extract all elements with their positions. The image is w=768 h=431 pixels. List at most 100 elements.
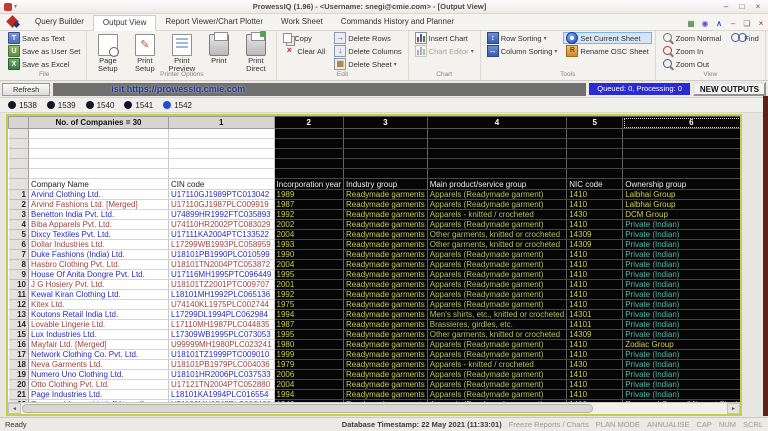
cell-ownership-group[interactable]: Private (Indian) bbox=[623, 280, 740, 290]
cell-incorporation-year[interactable]: 1987 bbox=[274, 320, 343, 330]
cell-main-product[interactable]: Apparels (Readymade garment) bbox=[427, 220, 566, 230]
btn-delete-rows[interactable]: Delete Rows bbox=[331, 32, 404, 44]
cell-incorporation-year[interactable]: 1987 bbox=[274, 200, 343, 210]
cell-nic-code[interactable]: 1410 bbox=[567, 380, 623, 390]
cell-incorporation-year[interactable]: 1995 bbox=[274, 270, 343, 280]
cell-industry-group[interactable]: Readymade garments bbox=[344, 370, 428, 380]
row-number[interactable]: 12 bbox=[9, 300, 29, 310]
field-header-industry-group[interactable]: Industry group bbox=[344, 179, 428, 190]
cell-main-product[interactable]: Men's shirts, etc., knitted or crocheted bbox=[427, 310, 566, 320]
cell-main-product[interactable]: Apparels (Readymade garment) bbox=[427, 380, 566, 390]
cell-company-name[interactable]: Lovable Lingerie Ltd. bbox=[29, 320, 169, 330]
row-number[interactable]: 20 bbox=[9, 380, 29, 390]
btn-zoom-out[interactable]: Zoom Out bbox=[659, 58, 724, 70]
cell-industry-group[interactable]: Readymade garments bbox=[344, 240, 428, 250]
cell-ownership-group[interactable]: Private (Indian) bbox=[623, 300, 740, 310]
row-number[interactable]: 9 bbox=[9, 270, 29, 280]
cell-incorporation-year[interactable]: 1992 bbox=[274, 210, 343, 220]
cell-main-product[interactable]: Apparels - knitted / crocheted bbox=[427, 360, 566, 370]
cell-incorporation-year[interactable]: 2004 bbox=[274, 380, 343, 390]
btn-clear-all[interactable]: Clear All bbox=[280, 45, 328, 57]
cell-cin-code[interactable]: L17110MH1987PLC044835 bbox=[169, 320, 275, 330]
btn-zoom-in[interactable]: Zoom In bbox=[659, 45, 724, 57]
cell-company-name[interactable]: Numero Uno Clothing Ltd. bbox=[29, 370, 169, 380]
cell-industry-group[interactable]: Readymade garments bbox=[344, 350, 428, 360]
cell-company-name[interactable]: Dixcy Textiles Pvt. Ltd. bbox=[29, 230, 169, 240]
cell-cin-code[interactable]: L17309WB1995PLC073053 bbox=[169, 330, 275, 340]
cell-cin-code[interactable]: L18101MH1992PLC065136 bbox=[169, 290, 275, 300]
cell-nic-code[interactable]: 14101 bbox=[567, 320, 623, 330]
tab-work-sheet[interactable]: Work Sheet bbox=[272, 15, 332, 30]
cell-nic-code[interactable]: 1410 bbox=[567, 200, 623, 210]
field-header-incorporation-year[interactable]: Incorporation year bbox=[274, 179, 343, 190]
cell-main-product[interactable]: Apparels (Readymade garment) bbox=[427, 290, 566, 300]
btn-print-direct[interactable]: Print Direct bbox=[238, 32, 273, 70]
btn-save-as-user-set[interactable]: Save as User Set bbox=[5, 45, 83, 57]
btn-row-sorting[interactable]: Row Sorting bbox=[484, 32, 561, 44]
cell-company-name[interactable]: Arvind Fashions Ltd. [Merged] bbox=[29, 200, 169, 210]
tab-report-viewer-chart-plotter[interactable]: Report Viewer/Chart Plotter bbox=[156, 15, 272, 30]
cell-incorporation-year[interactable]: 2004 bbox=[274, 230, 343, 240]
tab-commands-history-and-planner[interactable]: Commands History and Planner bbox=[332, 15, 463, 30]
cell-incorporation-year[interactable]: 1993 bbox=[274, 240, 343, 250]
cell-industry-group[interactable]: Readymade garments bbox=[344, 260, 428, 270]
cell-industry-group[interactable]: Readymade garments bbox=[344, 380, 428, 390]
cell-ownership-group[interactable]: Lalbhai Group bbox=[623, 200, 740, 210]
cell-ownership-group[interactable]: Private (Indian) bbox=[623, 260, 740, 270]
cell-incorporation-year[interactable]: 1992 bbox=[274, 290, 343, 300]
child-minimize-button[interactable]: – bbox=[728, 19, 738, 28]
column-header-3[interactable]: 3 bbox=[344, 117, 428, 129]
cell-ownership-group[interactable]: Private (Indian) bbox=[623, 240, 740, 250]
cell-industry-group[interactable]: Readymade garments bbox=[344, 360, 428, 370]
cell-industry-group[interactable]: Readymade garments bbox=[344, 200, 428, 210]
row-number[interactable]: 14 bbox=[9, 320, 29, 330]
cell-company-name[interactable]: Benetton India Pvt. Ltd. bbox=[29, 210, 169, 220]
row-number[interactable]: 15 bbox=[9, 330, 29, 340]
cell-industry-group[interactable]: Readymade garments bbox=[344, 250, 428, 260]
btn-chart-editor[interactable]: Chart Editor bbox=[412, 45, 477, 57]
horizontal-scroll-thumb[interactable] bbox=[22, 404, 593, 413]
tab-query-builder[interactable]: Query Builder bbox=[26, 15, 93, 30]
cell-ownership-group[interactable]: Private (Indian) bbox=[623, 330, 740, 340]
cell-industry-group[interactable]: Readymade garments bbox=[344, 210, 428, 220]
cell-incorporation-year[interactable]: 1979 bbox=[274, 360, 343, 370]
scroll-left-icon[interactable]: ◄ bbox=[8, 403, 21, 414]
cell-ownership-group[interactable]: Private (Indian) bbox=[623, 290, 740, 300]
btn-save-as-excel[interactable]: Save as Excel bbox=[5, 58, 83, 70]
cell-industry-group[interactable]: Readymade garments bbox=[344, 230, 428, 240]
cell-ownership-group[interactable]: Private (Indian) bbox=[623, 230, 740, 240]
field-header-cin-code[interactable]: CIN code bbox=[169, 179, 275, 190]
sheet-tab-1541[interactable]: 1541 bbox=[124, 101, 153, 110]
cell-main-product[interactable]: Apparels (Readymade garment) bbox=[427, 300, 566, 310]
row-number[interactable]: 13 bbox=[9, 310, 29, 320]
cell-cin-code[interactable]: U17110GJ1987PLC009919 bbox=[169, 200, 275, 210]
cell-nic-code[interactable]: 1410 bbox=[567, 340, 623, 350]
cell-main-product[interactable]: Apparels (Readymade garment) bbox=[427, 340, 566, 350]
field-header-nic-code[interactable]: NIC code bbox=[567, 179, 623, 190]
corner-cell[interactable] bbox=[9, 117, 29, 129]
cell-cin-code[interactable]: U18101TZ2001PTC009707 bbox=[169, 280, 275, 290]
cell-company-name[interactable]: Duke Fashions (India) Ltd. bbox=[29, 250, 169, 260]
cell-main-product[interactable]: Apparels (Readymade garment) bbox=[427, 250, 566, 260]
cell-ownership-group[interactable]: Private (Indian) bbox=[623, 380, 740, 390]
btn-delete-columns[interactable]: Delete Columns bbox=[331, 45, 404, 57]
cell-nic-code[interactable]: 14301 bbox=[567, 310, 623, 320]
cell-cin-code[interactable]: L17299DL1994PLC062984 bbox=[169, 310, 275, 320]
cell-incorporation-year[interactable]: 2001 bbox=[274, 280, 343, 290]
cell-industry-group[interactable]: Readymade garments bbox=[344, 300, 428, 310]
cell-nic-code[interactable]: 1410 bbox=[567, 350, 623, 360]
cell-company-name[interactable]: Lux Industries Ltd. bbox=[29, 330, 169, 340]
btn-zoom-normal[interactable]: Zoom Normal bbox=[659, 32, 724, 44]
cell-company-name[interactable]: Biba Apparels Pvt. Ltd. bbox=[29, 220, 169, 230]
row-number[interactable]: 7 bbox=[9, 250, 29, 260]
cell-cin-code[interactable]: U18101PB1990PLC010599 bbox=[169, 250, 275, 260]
cell-incorporation-year[interactable]: 1995 bbox=[274, 330, 343, 340]
row-number[interactable]: 3 bbox=[9, 210, 29, 220]
cell-company-name[interactable]: Koutons Retail India Ltd. bbox=[29, 310, 169, 320]
btn-delete-sheet[interactable]: Delete Sheet bbox=[331, 58, 404, 70]
cell-incorporation-year[interactable]: 2006 bbox=[274, 370, 343, 380]
cell-nic-code[interactable]: 1410 bbox=[567, 220, 623, 230]
cell-nic-code[interactable]: 1410 bbox=[567, 280, 623, 290]
cell-ownership-group[interactable]: Private (Indian) bbox=[623, 320, 740, 330]
btn-column-sorting[interactable]: Column Sorting bbox=[484, 45, 561, 57]
